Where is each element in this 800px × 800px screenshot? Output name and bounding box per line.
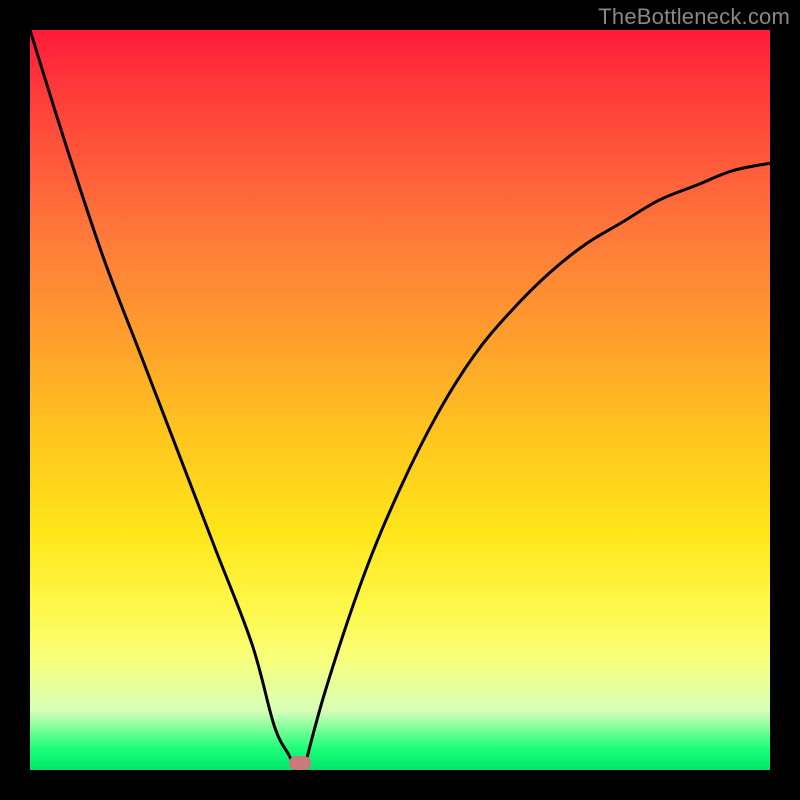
- plot-area: [30, 30, 770, 770]
- optimal-point-marker: [289, 756, 311, 770]
- curve-left-branch: [30, 30, 296, 770]
- chart-frame: TheBottleneck.com: [0, 0, 800, 800]
- watermark-text: TheBottleneck.com: [598, 4, 790, 30]
- curve-right-branch: [304, 163, 770, 770]
- bottleneck-curve: [30, 30, 770, 770]
